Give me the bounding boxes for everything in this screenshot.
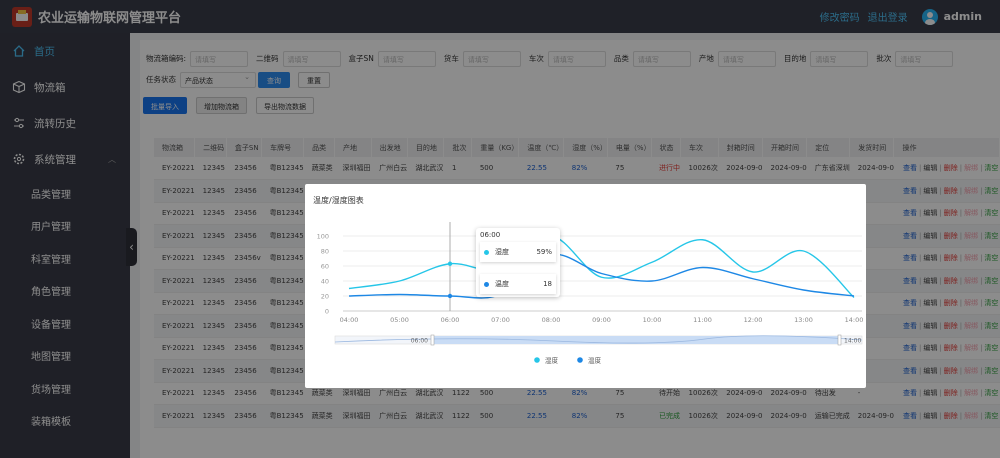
temperature-dot-icon: [484, 281, 489, 287]
x-tick-label: 10:00: [643, 316, 662, 324]
tooltip-temperature: 温度 18: [480, 274, 556, 294]
x-tick-label: 11:00: [693, 316, 712, 324]
series-point: [447, 293, 453, 299]
legend-label: 湿度: [545, 356, 559, 365]
y-tick-label: 20: [321, 293, 329, 301]
tooltip-humidity: 湿度 59%: [480, 242, 556, 262]
x-tick-label: 08:00: [542, 316, 561, 324]
x-tick-label: 14:00: [845, 316, 864, 324]
legend-marker: [577, 357, 583, 363]
x-tick-label: 09:00: [592, 316, 611, 324]
legend-label: 温度: [588, 356, 602, 365]
legend-marker: [534, 357, 540, 363]
chart-tooltip: 06:00 湿度 59% 温度 18: [476, 228, 560, 297]
chart-modal: 温度/湿度图表 0 20 40 60 80 100 04:00 05:00 06:00 07:00…: [305, 184, 866, 388]
series-point: [447, 261, 453, 266]
zoom-handle-right: [837, 334, 842, 346]
y-tick-label: 80: [321, 248, 329, 256]
series-line: [348, 235, 855, 299]
temp-humidity-chart: 0 20 40 60 80 100 04:00 05:00 06:00 07:00 08:00 09:…: [317, 222, 864, 365]
x-tick-label: 07:00: [491, 316, 510, 324]
x-tick-label: 12:00: [744, 316, 763, 324]
y-tick-label: 40: [321, 278, 329, 286]
y-tick-label: 100: [317, 233, 329, 241]
zoom-end-label: 14:00: [844, 338, 861, 345]
y-tick-label: 0: [325, 308, 329, 316]
zoom-handle-left: [430, 334, 435, 346]
x-tick-label: 13:00: [794, 316, 813, 324]
humidity-dot-icon: [484, 249, 489, 255]
x-tick-label: 05:00: [390, 316, 409, 324]
x-tick-label: 06:00: [441, 316, 460, 324]
y-tick-label: 60: [321, 263, 329, 271]
zoom-start-label: 06:00: [411, 338, 428, 345]
x-tick-label: 04:00: [340, 316, 359, 324]
